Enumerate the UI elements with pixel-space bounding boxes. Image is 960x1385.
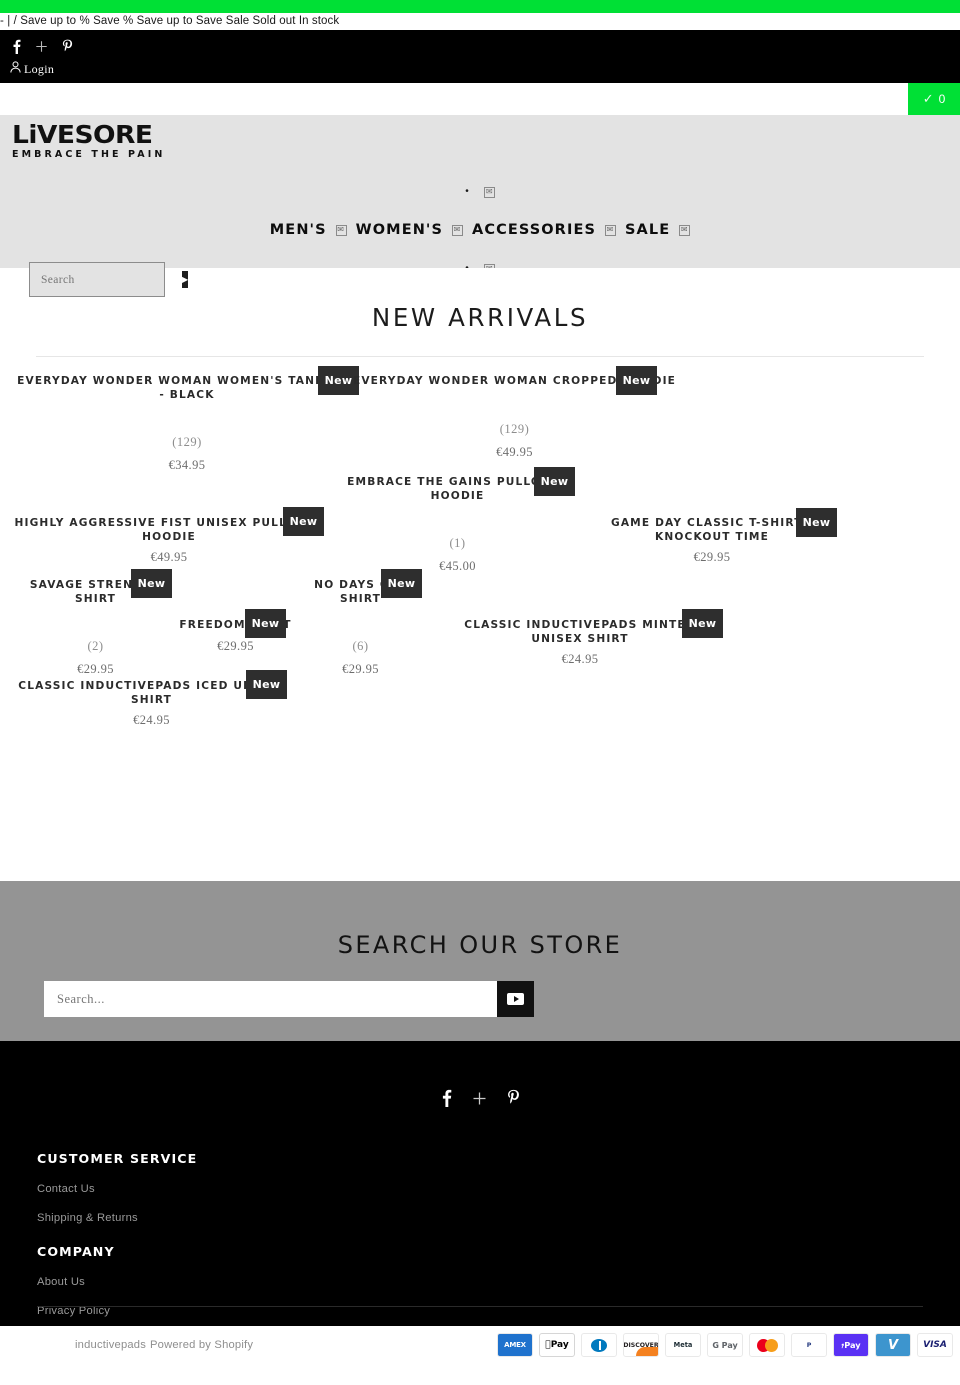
payment-icon-discover: DISCOVER bbox=[623, 1333, 659, 1357]
payment-icon-shop-pay: ⭎ Pay bbox=[833, 1333, 869, 1357]
product-price: €29.95 bbox=[693, 550, 731, 564]
payment-icon-google-pay: G Pay bbox=[707, 1333, 743, 1357]
play-arrow-icon bbox=[507, 993, 524, 1005]
bullet-dot: • bbox=[465, 186, 469, 197]
broken-image-icon: ✉ bbox=[483, 186, 495, 198]
nav-item-mens[interactable]: MEN'S bbox=[270, 222, 327, 238]
site-footer: CUSTOMER SERVICE Contact Us Shipping & R… bbox=[0, 1041, 960, 1326]
facebook-icon[interactable] bbox=[441, 1089, 452, 1112]
product-price: €29.95 bbox=[342, 662, 379, 676]
top-accent-bar bbox=[0, 0, 960, 13]
payment-icon-paypal: P bbox=[791, 1333, 827, 1357]
product-review-count: (2) bbox=[87, 639, 104, 653]
bottom-bar: inductivepads Powered by Shopify AMEX Pa… bbox=[0, 1326, 960, 1364]
product-card[interactable]: EVERYDAY WONDER WOMAN WOMEN'S TANK TOP -… bbox=[14, 375, 360, 473]
product-price: €24.95 bbox=[561, 652, 599, 666]
new-badge: New bbox=[534, 467, 575, 496]
nav-top-placeholder-row: • ✉ bbox=[0, 182, 960, 202]
payment-icon-mastercard bbox=[749, 1333, 785, 1357]
payment-icon-visa: VISA bbox=[917, 1333, 953, 1357]
login-link[interactable]: Login bbox=[0, 56, 960, 78]
product-price: €24.95 bbox=[133, 713, 170, 727]
new-badge: New bbox=[796, 508, 837, 537]
new-badge: New bbox=[245, 609, 286, 638]
twitter-icon[interactable] bbox=[35, 40, 48, 53]
payment-icon-amex: AMEX bbox=[497, 1333, 533, 1357]
product-card[interactable]: HIGHLY AGGRESSIVE FIST UNISEX PULLOVER H… bbox=[14, 517, 324, 565]
pinterest-icon[interactable] bbox=[62, 39, 73, 54]
payment-icon-venmo: V bbox=[875, 1333, 911, 1357]
powered-by-shopify-link[interactable]: Powered by Shopify bbox=[150, 1339, 253, 1351]
product-price: €49.95 bbox=[496, 444, 533, 459]
store-search-input[interactable] bbox=[44, 981, 497, 1017]
new-badge: New bbox=[131, 569, 172, 598]
new-badge: New bbox=[246, 670, 287, 699]
footer-social-links bbox=[0, 1041, 960, 1112]
nav-items: MEN'S ✉ WOMEN'S ✉ ACCESSORIES ✉ SALE ✉ bbox=[0, 222, 960, 238]
footer-link-about-us[interactable]: About Us bbox=[37, 1276, 197, 1288]
header-search-form[interactable]: ▶ bbox=[29, 262, 189, 297]
product-title[interactable]: EVERYDAY WONDER WOMAN WOMEN'S TANK TOP -… bbox=[14, 375, 360, 402]
cart-bar: ✓ 0 bbox=[0, 83, 960, 115]
nav-item-sale[interactable]: SALE bbox=[625, 222, 670, 238]
search-submit-button[interactable]: ▶ bbox=[182, 271, 189, 288]
product-title[interactable]: HIGHLY AGGRESSIVE FIST UNISEX PULLOVER H… bbox=[14, 517, 324, 544]
product-title[interactable]: CLASSIC INDUCTIVEPADS MINTED UNISEX SHIR… bbox=[443, 619, 717, 646]
store-search-title: SEARCH OUR STORE bbox=[337, 931, 623, 959]
payment-icon-apple-pay: Pay bbox=[539, 1333, 575, 1357]
header-search-input[interactable] bbox=[30, 273, 182, 286]
payment-icon-meta: Meta bbox=[665, 1333, 701, 1357]
product-review-count: (1) bbox=[449, 536, 466, 550]
main-navigation: • ✉ MEN'S ✉ WOMEN'S ✉ ACCESSORIES ✉ SALE… bbox=[0, 115, 960, 279]
footer-link-shipping-returns[interactable]: Shipping & Returns bbox=[37, 1212, 197, 1224]
nav-item-womens[interactable]: WOMEN'S bbox=[356, 222, 443, 238]
product-price: €29.95 bbox=[77, 662, 114, 676]
broken-image-icon: ✉ bbox=[679, 224, 691, 236]
broken-image-icon: ✉ bbox=[335, 224, 347, 236]
store-search-submit-button[interactable] bbox=[497, 981, 534, 1017]
footer-link-columns: CUSTOMER SERVICE Contact Us Shipping & R… bbox=[37, 1151, 197, 1317]
footer-heading-customer-service: CUSTOMER SERVICE bbox=[37, 1151, 198, 1166]
new-badge: New bbox=[381, 569, 422, 598]
payment-icon-diners-club bbox=[581, 1333, 617, 1357]
cart-button[interactable]: ✓ 0 bbox=[908, 83, 960, 115]
top-social-links bbox=[0, 30, 960, 56]
announcement-bar: - | / Save up to % Save % Save up to Sav… bbox=[0, 13, 960, 30]
cart-check-icon: ✓ bbox=[922, 91, 934, 106]
new-badge: New bbox=[682, 609, 723, 638]
site-header: LiVESORE EMBRACE THE PAIN • ✉ MEN'S ✉ WO… bbox=[0, 115, 960, 297]
store-search-section: SEARCH OUR STORE bbox=[0, 881, 960, 1041]
product-price: €45.00 bbox=[439, 559, 476, 573]
facebook-icon[interactable] bbox=[12, 39, 21, 54]
broken-image-icon: ✉ bbox=[605, 224, 616, 236]
utility-bar: Login bbox=[0, 30, 960, 83]
user-icon bbox=[10, 60, 21, 78]
footer-divider bbox=[37, 1306, 923, 1307]
product-review-count: (6) bbox=[352, 639, 369, 653]
payment-methods: AMEX Pay DISCOVER Meta G Pay P ⭎Pay V V… bbox=[497, 1333, 953, 1357]
new-badge: New bbox=[283, 507, 324, 536]
main-content: NEW ARRIVALS EVERYDAY WONDER WOMAN WOMEN… bbox=[0, 268, 960, 881]
broken-image-icon: ✉ bbox=[452, 224, 464, 236]
product-card[interactable]: CLASSIC INDUCTIVEPADS MINTED UNISEX SHIR… bbox=[443, 619, 717, 667]
product-price: €29.95 bbox=[217, 638, 254, 653]
footer-heading-company: COMPANY bbox=[37, 1244, 115, 1259]
footer-link-contact-us[interactable]: Contact Us bbox=[37, 1183, 197, 1195]
cart-count: 0 bbox=[938, 92, 946, 106]
copyright-text: inductivepads Powered by Shopify bbox=[75, 1339, 253, 1351]
new-badge: New bbox=[616, 366, 657, 395]
pinterest-icon[interactable] bbox=[507, 1089, 520, 1112]
nav-item-accessories[interactable]: ACCESSORIES bbox=[472, 222, 596, 238]
product-review-count: (129) bbox=[172, 435, 202, 449]
twitter-icon[interactable] bbox=[472, 1091, 487, 1111]
shop-name-link[interactable]: inductivepads bbox=[75, 1339, 146, 1351]
product-grid: EVERYDAY WONDER WOMAN WOMEN'S TANK TOP -… bbox=[0, 357, 960, 777]
login-label: Login bbox=[24, 61, 55, 76]
store-search-form[interactable] bbox=[44, 981, 534, 1017]
product-review-count: (129) bbox=[499, 421, 530, 436]
product-price: €34.95 bbox=[168, 458, 206, 472]
product-price: €49.95 bbox=[150, 550, 188, 564]
